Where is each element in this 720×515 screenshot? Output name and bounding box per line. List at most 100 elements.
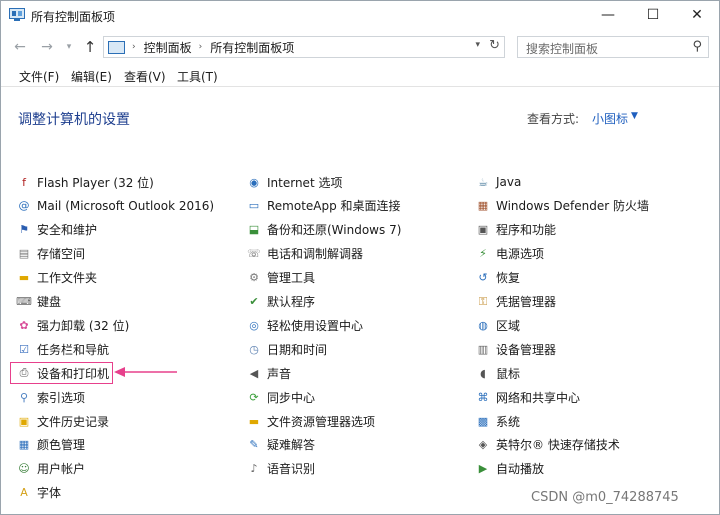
- control-panel-item[interactable]: ☕ Java: [475, 171, 521, 193]
- control-panel-item[interactable]: f Flash Player (32 位): [16, 171, 154, 193]
- maximize-button[interactable]: ☐: [631, 1, 675, 29]
- forward-arrow-icon[interactable]: →: [38, 38, 56, 56]
- control-panel-item[interactable]: ⚲ 索引选项: [16, 386, 85, 408]
- control-panel-item-label: 英特尔® 快速存储技术: [496, 438, 620, 453]
- back-arrow-icon[interactable]: ←: [11, 38, 29, 56]
- control-panel-item[interactable]: ☺ 用户帐户: [16, 458, 85, 480]
- control-panel-window: 所有控制面板项 — ☐ ✕ ← → ▾ ↑ › 控制面板 › 所有控制面板项 ▾…: [0, 0, 720, 515]
- chevron-down-icon[interactable]: ▾: [63, 38, 75, 56]
- control-panel-item[interactable]: ⌘ 网络和共享中心: [475, 386, 581, 408]
- control-panel-item-label: 日期和时间: [267, 342, 328, 357]
- window-title: 所有控制面板项: [31, 10, 116, 24]
- file-history-icon: ▣: [18, 414, 30, 428]
- menu-tools[interactable]: 工具(T): [177, 68, 218, 85]
- minimize-button[interactable]: —: [586, 1, 630, 29]
- control-panel-item-label: 电源选项: [496, 247, 545, 262]
- system-icon: ▩: [477, 414, 489, 428]
- control-panel-item[interactable]: ◎ 轻松使用设置中心: [246, 314, 363, 336]
- chevron-right-icon[interactable]: ›: [132, 42, 136, 52]
- firewall-icon: ▦: [477, 199, 489, 213]
- menu-edit[interactable]: 编辑(E): [71, 68, 112, 85]
- control-panel-item[interactable]: ▣ 程序和功能: [475, 219, 556, 241]
- annotation-arrow-icon: [114, 367, 177, 377]
- search-icon[interactable]: ⚲: [692, 39, 702, 54]
- search-input[interactable]: 搜索控制面板: [526, 40, 598, 57]
- control-panel-item[interactable]: ♪ 语音识别: [246, 458, 315, 480]
- users-icon: ☺: [18, 462, 30, 476]
- breadcrumb-control-panel[interactable]: 控制面板: [144, 39, 192, 56]
- up-arrow-icon[interactable]: ↑: [81, 38, 99, 56]
- control-panel-item-label: 颜色管理: [37, 438, 86, 453]
- network-icon: ⌘: [477, 390, 489, 404]
- view-by-dropdown[interactable]: 小图标: [592, 110, 628, 127]
- control-panel-item[interactable]: ↺ 恢复: [475, 267, 520, 289]
- control-panel-item[interactable]: ✿ 强力卸载 (32 位): [16, 314, 129, 336]
- control-panel-item-label: 设备管理器: [496, 342, 557, 357]
- control-panel-item-label: 同步中心: [267, 390, 316, 405]
- control-panel-item-label: 键盘: [37, 295, 62, 309]
- chevron-down-icon[interactable]: ▾: [475, 40, 480, 50]
- control-panel-item[interactable]: ▥ 设备管理器: [475, 338, 556, 360]
- control-panel-item[interactable]: ▬ 工作文件夹: [16, 267, 97, 289]
- control-panel-item[interactable]: ◈ 英特尔® 快速存储技术: [475, 434, 620, 456]
- control-panel-item-label: 声音: [267, 366, 292, 381]
- control-panel-item[interactable]: ◍ 区域: [475, 314, 520, 336]
- control-panel-item[interactable]: ▦ Windows Defender 防火墙: [475, 195, 649, 217]
- control-panel-item[interactable]: ⬓ 备份和还原(Windows 7): [246, 219, 402, 241]
- close-button[interactable]: ✕: [675, 1, 719, 29]
- control-panel-item-label: 用户帐户: [37, 462, 86, 477]
- microphone-icon: ♪: [250, 462, 258, 476]
- folder-icon: ▬: [18, 271, 30, 285]
- control-panel-item[interactable]: ◉ Internet 选项: [246, 171, 342, 193]
- control-panel-item-label: 字体: [37, 486, 62, 501]
- control-panel-item[interactable]: ⚑ 安全和维护: [16, 219, 97, 241]
- troubleshoot-icon: ✎: [249, 438, 259, 452]
- internet-icon: ◉: [249, 175, 259, 189]
- control-panel-item[interactable]: ▩ 系统: [475, 410, 520, 432]
- storage-icon: ▤: [18, 247, 30, 261]
- control-panel-item[interactable]: ◖ 鼠标: [475, 362, 520, 384]
- control-panel-item-label: 语音识别: [267, 462, 316, 477]
- chevron-down-icon[interactable]: ▼: [631, 111, 638, 121]
- explorer-options-icon: ▬: [248, 414, 260, 428]
- flag-icon: ⚑: [19, 223, 29, 237]
- control-panel-item[interactable]: ✔ 默认程序: [246, 291, 315, 313]
- search-box[interactable]: 搜索控制面板 ⚲: [517, 36, 709, 58]
- title-bar: 所有控制面板项 — ☐ ✕: [1, 1, 719, 31]
- refresh-icon[interactable]: ↻: [489, 38, 500, 53]
- breadcrumb-all-items[interactable]: 所有控制面板项: [210, 39, 294, 56]
- control-panel-item[interactable]: ⚡ 电源选项: [475, 243, 544, 265]
- control-panel-item[interactable]: ◷ 日期和时间: [246, 338, 327, 360]
- menu-file[interactable]: 文件(F): [19, 68, 59, 85]
- control-panel-item[interactable]: ▭ RemoteApp 和桌面连接: [246, 195, 401, 217]
- control-panel-item[interactable]: ⚿ 凭据管理器: [475, 291, 556, 313]
- control-panel-item-label: 工作文件夹: [37, 271, 98, 286]
- control-panel-small-icon: [108, 40, 125, 54]
- control-panel-item[interactable]: ◀ 声音: [246, 362, 291, 384]
- control-panel-item[interactable]: ▶ 自动播放: [475, 458, 544, 480]
- control-panel-item[interactable]: ☑ 任务栏和导航: [16, 338, 109, 360]
- control-panel-item[interactable]: @ Mail (Microsoft Outlook 2016): [16, 195, 215, 217]
- control-panel-item-label: 凭据管理器: [496, 295, 557, 309]
- control-panel-item[interactable]: ▬ 文件资源管理器选项: [246, 410, 375, 432]
- control-panel-item[interactable]: ⟳ 同步中心: [246, 386, 315, 408]
- control-panel-item[interactable]: ✎ 疑难解答: [246, 434, 315, 456]
- control-panel-item-label: 鼠标: [496, 366, 521, 381]
- address-bar[interactable]: › 控制面板 › 所有控制面板项 ▾ ↻: [103, 36, 505, 58]
- control-panel-item[interactable]: ▤ 存储空间: [16, 243, 85, 265]
- control-panel-item[interactable]: A 字体: [16, 482, 61, 504]
- font-icon: A: [20, 486, 28, 500]
- control-panel-item[interactable]: ▦ 颜色管理: [16, 434, 85, 456]
- control-panel-item[interactable]: ▣ 文件历史记录: [16, 410, 109, 432]
- menu-view[interactable]: 查看(V): [124, 68, 166, 85]
- control-panel-item[interactable]: ⌨ 键盘: [16, 291, 61, 313]
- control-panel-item-label: 系统: [496, 414, 521, 429]
- control-panel-item-label: 恢复: [496, 271, 521, 286]
- control-panel-item-label: Flash Player (32 位): [37, 175, 154, 190]
- chevron-right-icon[interactable]: ›: [199, 42, 203, 52]
- control-panel-item[interactable]: ⚙ 管理工具: [246, 267, 315, 289]
- control-panel-item[interactable]: ☏ 电话和调制解调器: [246, 243, 363, 265]
- control-panel-item-label: 疑难解答: [267, 438, 316, 453]
- control-panel-item-label: 网络和共享中心: [496, 390, 581, 405]
- index-icon: ⚲: [19, 390, 29, 404]
